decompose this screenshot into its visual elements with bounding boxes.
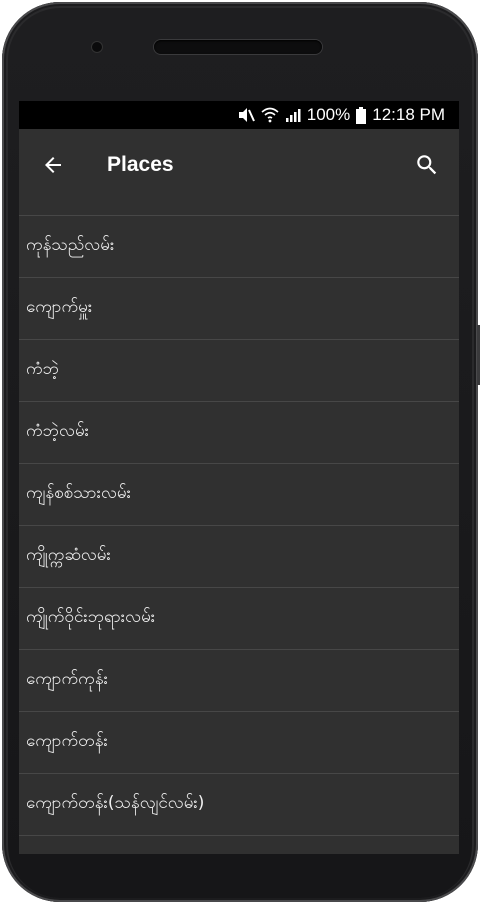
app-toolbar: Places — [19, 129, 459, 201]
phone-frame: 100% 12:18 PM Places ကုန်သည်လမ်း ကျောက်မ… — [0, 0, 480, 902]
list-item[interactable]: ကျောက်ကုန်း — [19, 650, 459, 712]
page-title: Places — [107, 153, 174, 176]
search-icon — [417, 155, 437, 175]
list-item[interactable]: ကျိုက်ဝိုင်းဘုရားလမ်း — [19, 588, 459, 650]
clock: 12:18 PM — [372, 105, 445, 124]
places-list: ကုန်သည်လမ်း ကျောက်မှူး ကံဘဲ့ ကံဘဲ့လမ်း က… — [19, 215, 459, 836]
list-item[interactable]: ကျိုက္ကဆံလမ်း — [19, 526, 459, 588]
search-button[interactable] — [403, 141, 451, 189]
mute-icon — [237, 107, 255, 123]
wifi-icon — [261, 107, 279, 123]
list-item[interactable]: ကံဘဲ့ — [19, 340, 459, 402]
list-item[interactable]: ကျောက်တန်း — [19, 712, 459, 774]
list-item[interactable]: ကံဘဲ့လမ်း — [19, 402, 459, 464]
front-camera — [92, 42, 102, 52]
list-item[interactable]: ကျောက်မှူး — [19, 278, 459, 340]
earpiece-speaker — [154, 40, 322, 54]
status-bar: 100% 12:18 PM — [19, 101, 459, 129]
list-item[interactable]: ကျောက်တန်း(သန်လျင်လမ်း) — [19, 774, 459, 836]
signal-icon — [285, 107, 301, 123]
battery-percent: 100% — [306, 105, 351, 124]
back-button[interactable] — [29, 141, 77, 189]
list-item[interactable]: ကုန်သည်လမ်း — [19, 216, 459, 278]
battery-icon — [356, 106, 367, 124]
screen: 100% 12:18 PM Places ကုန်သည်လမ်း ကျောက်မ… — [19, 101, 459, 854]
arrow-back-icon — [45, 157, 61, 173]
list-item[interactable]: ကျန်စစ်သားလမ်း — [19, 464, 459, 526]
